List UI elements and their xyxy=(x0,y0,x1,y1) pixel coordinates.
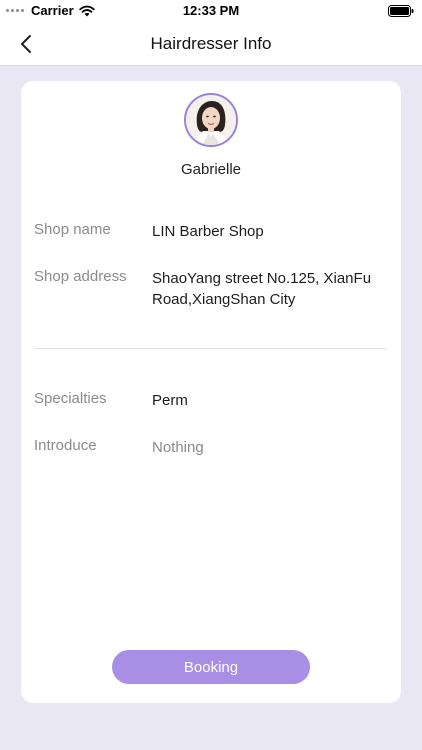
introduce-value: Nothing xyxy=(152,439,204,456)
specialties-value: Perm xyxy=(152,392,188,409)
shop-name-value: LIN Barber Shop xyxy=(152,223,264,240)
avatar xyxy=(184,93,238,147)
divider xyxy=(34,348,387,349)
shop-name-label: Shop name xyxy=(34,221,111,238)
nav-bar: Hairdresser Info xyxy=(0,22,422,66)
page-title: Hairdresser Info xyxy=(150,34,272,53)
booking-button[interactable]: Booking xyxy=(112,650,310,684)
shop-address-label: Shop address xyxy=(34,268,127,285)
battery-icon xyxy=(388,5,414,17)
screen: Carrier 12:33 PM Hairdresser Info Gabrie… xyxy=(0,0,422,750)
status-bar: Carrier 12:33 PM xyxy=(0,0,422,22)
avatar-photo xyxy=(186,95,236,145)
hairdresser-name: Gabrielle xyxy=(180,161,242,178)
shop-address-value: ShaoYang street No.125, XianFu Road,Xian… xyxy=(152,270,372,308)
hairdresser-info-card: Gabrielle Shop name LIN Barber Shop Shop… xyxy=(21,81,401,703)
status-time: 12:33 PM xyxy=(182,3,240,18)
introduce-label: Introduce xyxy=(34,437,97,454)
specialties-label: Specialties xyxy=(34,390,107,407)
